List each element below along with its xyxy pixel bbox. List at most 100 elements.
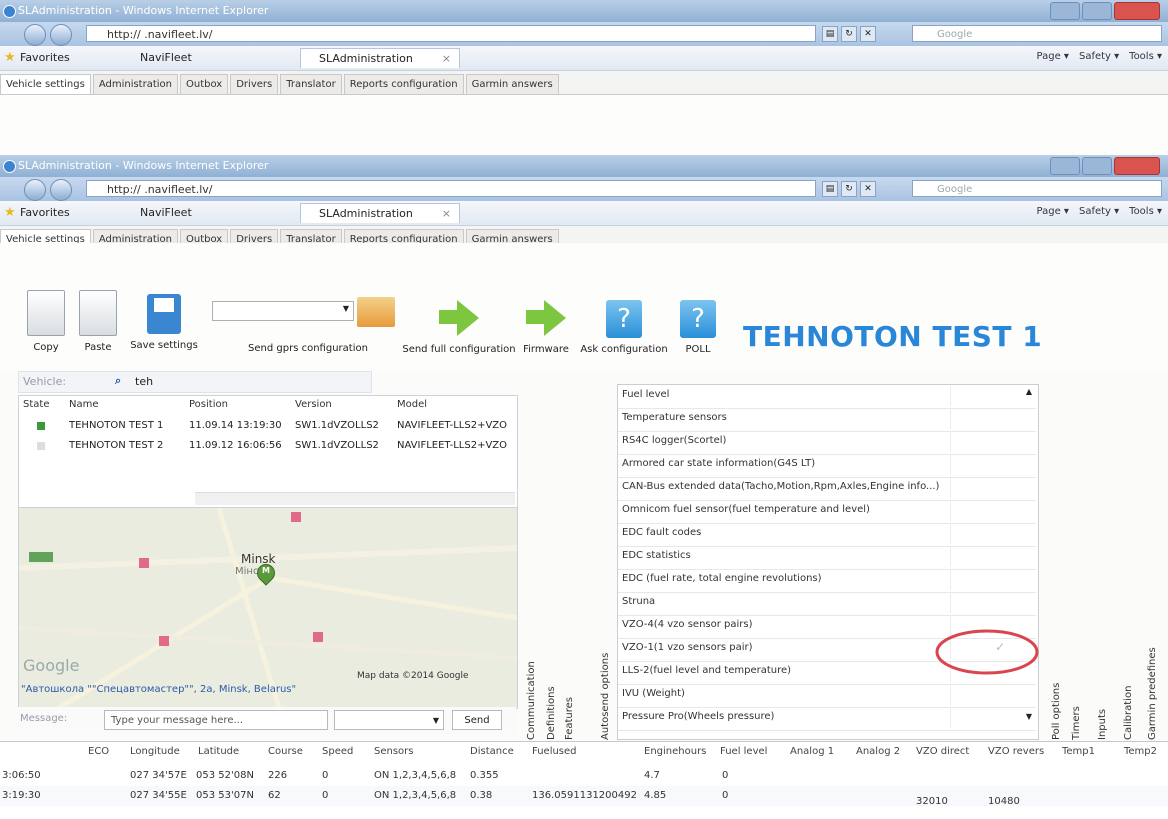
- stop-icon[interactable]: ✕: [860, 26, 876, 42]
- send-gprs-button[interactable]: Send gprs configuration: [218, 343, 398, 354]
- search-box-back[interactable]: Google: [912, 25, 1162, 42]
- firmware-button[interactable]: Firmware: [520, 298, 572, 355]
- paste-button[interactable]: Paste: [76, 290, 120, 353]
- option-checkbox[interactable]: [950, 478, 1021, 498]
- history-col-header[interactable]: Longitude: [130, 746, 180, 757]
- history-col-header[interactable]: Fuel level: [720, 746, 767, 757]
- tab-calibration[interactable]: Calibration: [1120, 510, 1136, 740]
- option-item[interactable]: Pressure Pro(Wheels pressure): [622, 711, 774, 722]
- forward-icon[interactable]: [50, 24, 72, 46]
- map-view[interactable]: Minsk Мінск M Google Map data ©2014 Goog…: [18, 507, 518, 709]
- tab-outbox[interactable]: Outbox: [180, 74, 229, 94]
- tab-close-icon[interactable]: ×: [442, 204, 451, 224]
- tab-vehicle-settings[interactable]: Vehicle settings: [0, 74, 91, 94]
- poll-button[interactable]: ? POLL: [676, 300, 720, 355]
- col-header[interactable]: State: [23, 399, 49, 410]
- maximize-button[interactable]: [1082, 157, 1112, 175]
- compat-icon[interactable]: ▤: [822, 26, 838, 42]
- filter-input[interactable]: teh: [135, 375, 153, 388]
- window-controls-back[interactable]: [1050, 2, 1160, 20]
- history-col-header[interactable]: Enginehours: [644, 746, 706, 757]
- address-bar-back[interactable]: http:// .navifleet.lv/: [86, 25, 816, 42]
- tab-features[interactable]: Features: [561, 510, 577, 740]
- message-input[interactable]: Type your message here...: [104, 710, 328, 730]
- compat-icon[interactable]: ▤: [822, 181, 838, 197]
- tools-menu[interactable]: Tools ▾: [1129, 206, 1162, 217]
- option-item[interactable]: Temperature sensors: [622, 412, 727, 423]
- option-item[interactable]: EDC fault codes: [622, 527, 701, 538]
- tab-administration[interactable]: Administration: [92, 74, 179, 94]
- horizontal-scrollbar[interactable]: [195, 492, 515, 505]
- tab-definitions[interactable]: Definitions: [543, 510, 559, 740]
- address-bar[interactable]: http:// .navifleet.lv/: [86, 180, 816, 197]
- favorite-navifleet[interactable]: NaviFleet: [140, 206, 192, 219]
- forward-icon[interactable]: [50, 179, 72, 201]
- send-full-config-button[interactable]: Send full configuration: [400, 298, 518, 355]
- tab-timers[interactable]: Timers: [1068, 510, 1084, 740]
- option-item[interactable]: VZO-1(1 vzo sensors pair): [622, 642, 753, 653]
- message-template-select[interactable]: ▼: [334, 710, 444, 730]
- table-row[interactable]: 3:06:50 027 34'57E 053 52'08N 226 0 ON 1,2,3,…: [0, 766, 1168, 786]
- option-item[interactable]: VZO-4(4 vzo sensor pairs): [622, 619, 753, 630]
- option-item[interactable]: IVU (Weight): [622, 688, 685, 699]
- option-checkbox[interactable]: [950, 386, 1021, 406]
- copy-button[interactable]: Copy: [24, 290, 68, 353]
- address-tools[interactable]: ▤ ↻ ✕: [822, 181, 876, 197]
- option-checkbox[interactable]: [950, 524, 1021, 544]
- maximize-button[interactable]: [1082, 2, 1112, 20]
- option-item[interactable]: CAN-Bus extended data(Tacho,Motion,Rpm,A…: [622, 481, 939, 492]
- history-col-header[interactable]: Speed: [322, 746, 353, 757]
- option-item[interactable]: EDC (fuel rate, total engine revolutions…: [622, 573, 822, 584]
- browser-tab[interactable]: SLAdministration ×: [300, 203, 460, 223]
- gprs-config-select[interactable]: ▼: [212, 301, 354, 321]
- option-item[interactable]: RS4C logger(Scortel): [622, 435, 726, 446]
- option-item[interactable]: Struna: [622, 596, 655, 607]
- history-col-header[interactable]: Fuelused: [532, 746, 577, 757]
- tab-drivers[interactable]: Drivers: [230, 74, 279, 94]
- history-col-header[interactable]: Sensors: [374, 746, 414, 757]
- col-header[interactable]: Name: [69, 399, 99, 410]
- safety-menu[interactable]: Safety ▾: [1079, 51, 1119, 62]
- back-icon[interactable]: [24, 179, 46, 201]
- option-checkbox[interactable]: [950, 593, 1021, 613]
- col-header[interactable]: Version: [295, 399, 332, 410]
- option-checkbox[interactable]: [950, 708, 1021, 728]
- option-item[interactable]: LLS-2(fuel level and temperature): [622, 665, 791, 676]
- address-tools-back[interactable]: ▤ ↻ ✕: [822, 26, 876, 42]
- tab-poll-options[interactable]: Poll options: [1048, 510, 1064, 740]
- option-item[interactable]: Armored car state information(G4S LT): [622, 458, 815, 469]
- tab-communication[interactable]: Communication: [523, 510, 539, 740]
- window-controls[interactable]: [1050, 157, 1160, 175]
- option-item[interactable]: Fuel level: [622, 389, 669, 400]
- option-item[interactable]: EDC statistics: [622, 550, 691, 561]
- minimize-button[interactable]: [1050, 157, 1080, 175]
- scroll-down-icon[interactable]: ▼: [1026, 712, 1032, 721]
- option-checkbox[interactable]: [950, 455, 1021, 475]
- tab-reports-configuration[interactable]: Reports configuration: [343, 74, 464, 94]
- history-col-header[interactable]: Analog 2: [856, 746, 900, 757]
- ask-configuration-button[interactable]: ? Ask configuration: [576, 300, 672, 355]
- tab-garmin-predefines[interactable]: Garmin predefines: [1144, 510, 1160, 740]
- safety-menu[interactable]: Safety ▾: [1079, 206, 1119, 217]
- history-col-header[interactable]: VZO revers: [988, 746, 1044, 757]
- history-col-header[interactable]: VZO direct: [916, 746, 969, 757]
- minimize-button[interactable]: [1050, 2, 1080, 20]
- stop-icon[interactable]: ✕: [860, 181, 876, 197]
- history-col-header[interactable]: Analog 1: [790, 746, 834, 757]
- send-button[interactable]: Send: [452, 710, 502, 730]
- tab-garmin-answers[interactable]: Garmin answers: [465, 74, 559, 94]
- search-box[interactable]: Google: [912, 180, 1162, 197]
- save-settings-button[interactable]: Save settings: [126, 294, 202, 351]
- tab-inputs[interactable]: Inputs: [1094, 510, 1110, 740]
- close-button[interactable]: [1114, 157, 1160, 175]
- option-checkbox[interactable]: [950, 501, 1021, 521]
- page-menu[interactable]: Page ▾: [1037, 206, 1069, 217]
- refresh-icon[interactable]: ↻: [841, 181, 857, 197]
- favorites-button[interactable]: Favorites: [20, 51, 70, 64]
- tab-close-icon[interactable]: ×: [442, 49, 451, 69]
- table-row[interactable]: TEHNOTON TEST 1 11.09.14 13:19:30 SW1.1d…: [19, 418, 515, 436]
- tools-menu[interactable]: Tools ▾: [1129, 51, 1162, 62]
- history-col-header[interactable]: Course: [268, 746, 303, 757]
- tab-translator[interactable]: Translator: [280, 74, 342, 94]
- table-row[interactable]: 3:19:30 027 34'55E 053 53'07N 62 0 ON 1,2,3,4…: [0, 786, 1168, 807]
